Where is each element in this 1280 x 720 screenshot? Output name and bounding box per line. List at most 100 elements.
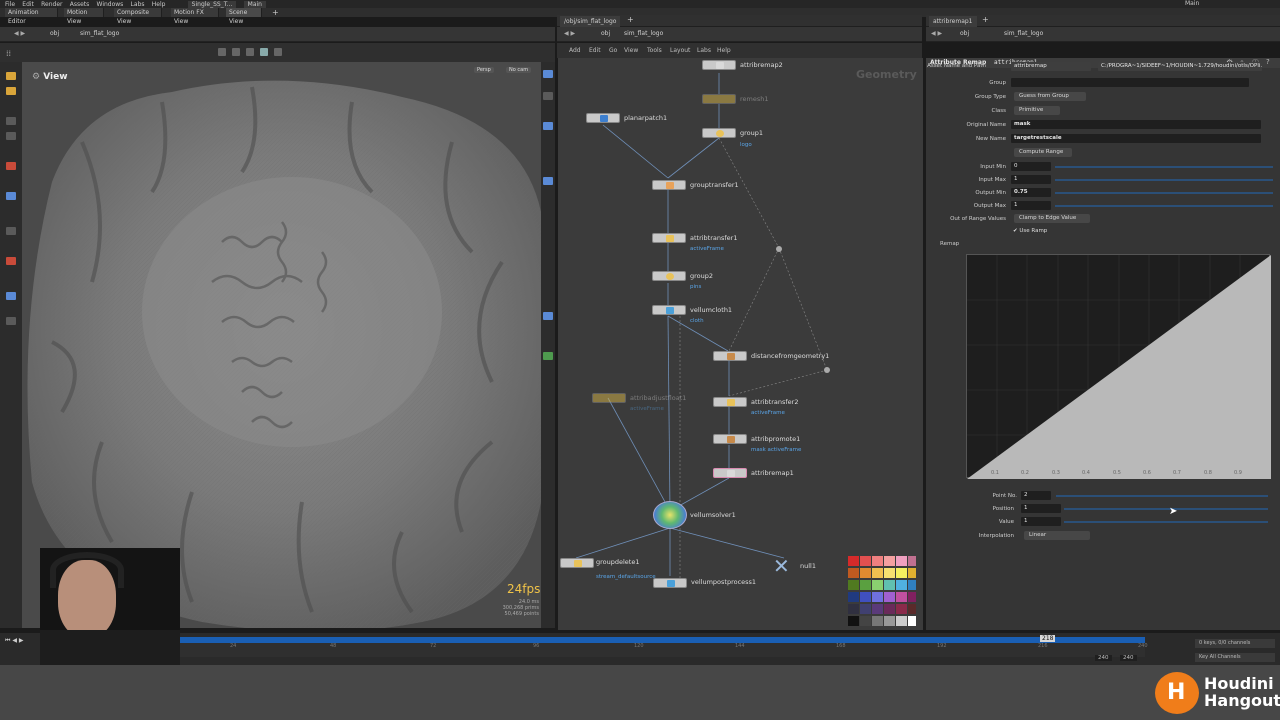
tab-params[interactable]: attribremap1 (929, 16, 977, 27)
node-attribtransfer2[interactable] (713, 397, 747, 407)
camera-icon[interactable] (6, 292, 16, 300)
color-palette[interactable] (848, 556, 916, 629)
path-obj[interactable]: obj (960, 30, 969, 37)
add-tab-icon[interactable]: + (627, 15, 634, 24)
output-max-slider[interactable] (1055, 205, 1273, 207)
node-attribremap1[interactable] (713, 468, 747, 478)
point-no-field[interactable]: 2 (1021, 491, 1051, 500)
light-icon[interactable] (543, 312, 553, 320)
node-planarpatch1[interactable] (586, 113, 620, 123)
move-tool-icon[interactable] (6, 117, 16, 125)
output-min-field[interactable]: 0.75 (1011, 188, 1051, 197)
input-max-field[interactable]: 1 (1011, 175, 1051, 184)
output-max-field[interactable]: 1 (1011, 201, 1051, 210)
node-group2[interactable] (652, 271, 686, 281)
rotate-tool-icon[interactable] (6, 132, 16, 140)
menu-view[interactable]: View (624, 47, 638, 54)
end-frame-field-2[interactable]: 240 (1120, 655, 1137, 661)
node-distancefromgeometry1[interactable] (713, 351, 747, 361)
magnet-icon[interactable] (6, 257, 16, 265)
add-tab-icon[interactable]: + (272, 8, 279, 17)
menu-help[interactable]: Help (717, 47, 731, 54)
keys-readout: 0 keys, 0/0 channels (1195, 639, 1275, 648)
node-vellumpostprocess1[interactable] (653, 578, 687, 588)
node-vellumsolver1[interactable] (653, 501, 687, 529)
tab-motion-fx-view[interactable]: Motion FX View (171, 8, 219, 25)
position-slider[interactable] (1064, 508, 1268, 510)
node-attribremap2[interactable] (702, 60, 736, 70)
asset-name-field[interactable]: attribremap (1011, 62, 1091, 71)
persp-menu[interactable]: Persp (474, 67, 494, 73)
tab-network[interactable]: /obj/sim_flat_logo (560, 16, 621, 27)
point-no-slider[interactable] (1056, 495, 1268, 497)
asset-path-field[interactable]: C:/PROGRA~1/SIDEEF~1/HOUDIN~1.729/houdin… (1098, 62, 1262, 71)
shading-icon[interactable] (543, 92, 553, 100)
node-groupdelete1[interactable] (560, 558, 594, 568)
tab-motion-view[interactable]: Motion View (64, 8, 104, 25)
ramp-editor[interactable] (966, 254, 1271, 479)
snap-icon[interactable] (6, 317, 16, 325)
play-icon[interactable]: ▶ (19, 637, 24, 644)
original-name-field[interactable]: mask (1011, 120, 1261, 129)
use-ramp-toggle[interactable]: ✔ Use Ramp (1013, 228, 1047, 234)
new-name-field[interactable]: targetrestscale (1011, 134, 1261, 143)
menu-tools[interactable]: Tools (647, 47, 662, 54)
value-slider[interactable] (1064, 521, 1268, 523)
select-tool-icon[interactable] (6, 72, 16, 80)
interpolation-menu[interactable]: Linear (1024, 531, 1090, 540)
group-field[interactable] (1011, 78, 1249, 87)
node-vellumcloth1[interactable] (652, 305, 686, 315)
menu-edit[interactable]: Edit (589, 47, 601, 54)
menu-add[interactable]: Add (569, 47, 581, 54)
menu-labs[interactable]: Labs (697, 47, 711, 54)
value-field[interactable]: 1 (1021, 517, 1061, 526)
tab-scene-view[interactable]: Scene View (226, 8, 262, 25)
end-frame-field[interactable]: 240 (1095, 655, 1112, 661)
transform-tool-icon[interactable] (6, 87, 16, 95)
menu-layout[interactable]: Layout (670, 47, 690, 54)
ghost-icon[interactable] (543, 177, 553, 185)
path-node[interactable]: sim_flat_logo (1004, 30, 1043, 37)
view-tool-icon[interactable] (6, 192, 16, 200)
out-of-range-menu[interactable]: Clamp to Edge Value (1014, 214, 1090, 223)
path-node[interactable]: sim_flat_logo (624, 30, 663, 37)
input-min-field[interactable]: 0 (1011, 162, 1051, 171)
path-obj[interactable]: obj (50, 30, 59, 37)
class-menu[interactable]: Primitive (1014, 106, 1060, 115)
camera-menu[interactable]: No cam (506, 67, 532, 73)
help-icon[interactable]: ? (1266, 58, 1270, 66)
position-field[interactable]: 1 (1021, 504, 1061, 513)
key-all-channels-button[interactable]: Key All Channels (1195, 653, 1275, 662)
grid-icon[interactable]: ⁞⁞ (6, 49, 11, 58)
back-arrow-icon[interactable]: ◀ ▶ (931, 30, 942, 37)
back-arrow-icon[interactable]: ◀ ▶ (564, 30, 575, 37)
node-attribadjustfloat1[interactable] (592, 393, 626, 403)
tab-animation-editor[interactable]: Animation Editor (5, 8, 58, 25)
input-min-slider[interactable] (1055, 166, 1273, 168)
add-tab-icon[interactable]: + (982, 15, 989, 24)
tab-composite-view[interactable]: Composite View (114, 8, 162, 25)
snap-tools[interactable] (218, 48, 338, 56)
current-frame-marker[interactable]: 218 (1040, 635, 1056, 642)
node-attribtransfer1[interactable] (652, 233, 686, 243)
node-group1[interactable] (702, 128, 736, 138)
menu-go[interactable]: Go (609, 47, 617, 54)
group-type-menu[interactable]: Guess from Group (1014, 92, 1086, 101)
display-icon[interactable] (543, 70, 553, 78)
node-null1[interactable]: ✕ (773, 556, 790, 576)
network-editor[interactable]: Geometry attribremap2 remesh1 planarpatc… (558, 58, 923, 630)
output-min-slider[interactable] (1055, 192, 1273, 194)
node-grouptransfer1[interactable] (652, 180, 686, 190)
scene-viewport[interactable]: ⚙ View Persp No cam 24fps 24.0 ms 300,26… (22, 62, 541, 628)
handle-tool-icon[interactable] (6, 162, 16, 170)
wire-icon[interactable] (543, 122, 553, 130)
compute-range-button[interactable]: Compute Range (1014, 148, 1072, 157)
node-attribpromote1[interactable] (713, 434, 747, 444)
path-node[interactable]: sim_flat_logo (80, 30, 119, 37)
pose-tool-icon[interactable] (6, 227, 16, 235)
path-obj[interactable]: obj (601, 30, 610, 37)
back-arrow-icon[interactable]: ◀ ▶ (14, 30, 25, 37)
grid-display-icon[interactable] (543, 352, 553, 360)
input-max-slider[interactable] (1055, 179, 1273, 181)
node-remesh1[interactable] (702, 94, 736, 104)
